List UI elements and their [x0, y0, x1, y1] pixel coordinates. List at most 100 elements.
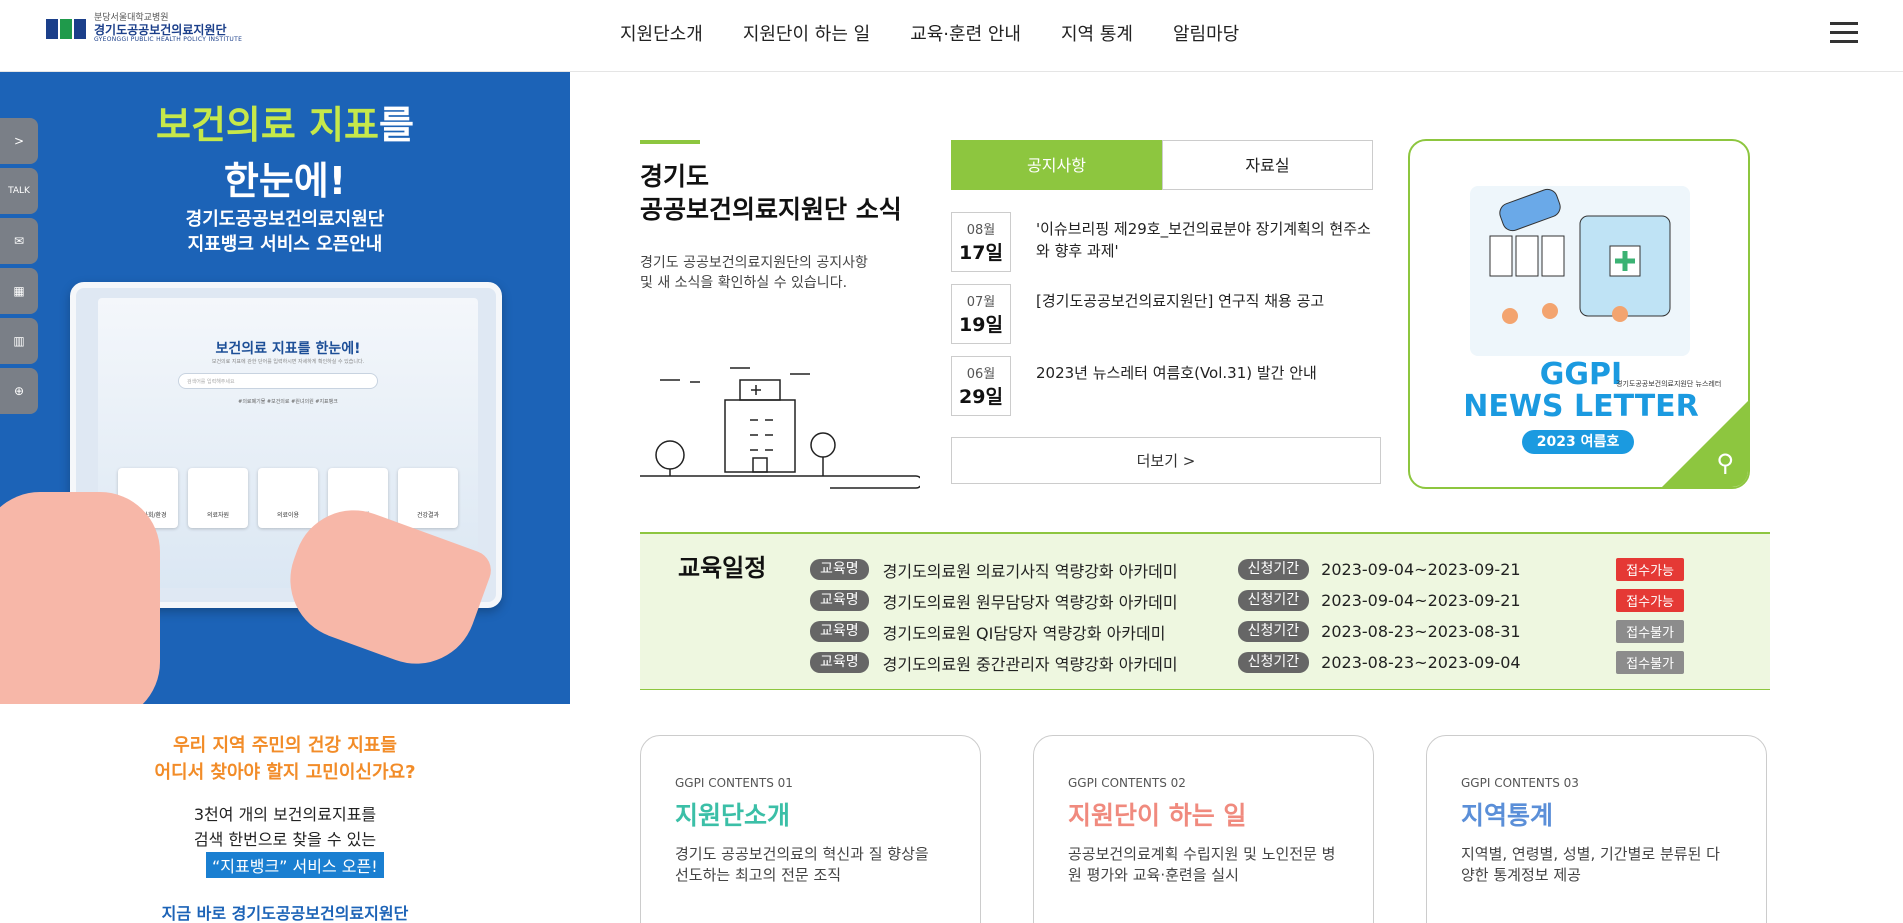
nav-item-education[interactable]: 교육·훈련 안내 — [910, 20, 1021, 46]
page: 분당서울대학교병원 경기도공공보건의료지원단 GYEONGGI PUBLIC H… — [0, 0, 1903, 923]
period-label: 신청기간 — [1237, 621, 1310, 642]
name-label: 교육명 — [810, 621, 869, 642]
newsletter-illustration — [1470, 186, 1690, 356]
hand-illustration — [0, 492, 160, 704]
main-nav: 지원단소개 지원단이 하는 일 교육·훈련 안내 지역 통계 알림마당 — [620, 20, 1239, 46]
content-card-stats[interactable]: GGPI CONTENTS 03 지역통계 지역별, 연령별, 성별, 기간별로… — [1426, 735, 1767, 923]
card-title: 지역통계 — [1461, 801, 1554, 830]
period-label: 신청기간 — [1237, 652, 1310, 673]
news-day: 19일 — [959, 314, 1003, 336]
indicator-bank-intro: 우리 지역 주민의 건강 지표들 어디서 찾아야 할지 고민이신가요? 3천여 … — [0, 704, 570, 923]
logo-en-text: GYEONGGI PUBLIC HEALTH POLICY INSTITUTE — [94, 36, 243, 44]
card-label: GGPI CONTENTS 01 — [675, 776, 793, 790]
tab-notice[interactable]: 공지사항 — [951, 140, 1162, 190]
quick-menu: > TALK ✉ ▦ ▥ ⊕ — [0, 118, 38, 418]
news-list: 08월 17일 '이슈브리핑 제29호_보건의료분야 장기계획의 현주소와 향후… — [951, 212, 1381, 428]
chart-icon[interactable]: ▥ — [0, 318, 38, 364]
screen-cards: 인구/사회/환경 의료자원 의료이용 건강행태 건강결과 — [118, 468, 458, 528]
hospital-illustration — [640, 367, 920, 489]
news-title[interactable]: 2023년 뉴스레터 여름호(Vol.31) 발간 안내 — [1036, 362, 1376, 384]
globe-icon[interactable]: ⊕ — [0, 368, 38, 414]
news-item[interactable]: 08월 17일 '이슈브리핑 제29호_보건의료분야 장기계획의 현주소와 향후… — [951, 212, 1381, 284]
news-month: 08월 — [966, 223, 996, 238]
logo[interactable]: 분당서울대학교병원 경기도공공보건의료지원단 GYEONGGI PUBLIC H… — [46, 13, 243, 44]
nav-item-work[interactable]: 지원단이 하는 일 — [743, 20, 870, 46]
screen-card: 의료자원 — [188, 468, 248, 528]
schedule-list: 교육명 경기도의료원 의료기사직 역량강화 아카데미 신청기간 2023-09-… — [810, 554, 1685, 678]
intro-question: 우리 지역 주민의 건강 지표들 어디서 찾아야 할지 고민이신가요? — [154, 735, 416, 783]
intro-cta: 지금 바로 경기도공공보건의료지원단 — [161, 904, 409, 923]
news-item[interactable]: 07월 19일 [경기도공공보건의료지원단] 연구직 채용 공고 — [951, 284, 1381, 356]
card-desc: 공공보건의료계획 수립지원 및 노인전문 병원 평가와 교육·훈련을 실시 — [1068, 845, 1336, 884]
schedule-row[interactable]: 교육명 경기도의료원 원무담당자 역량강화 아카데미 신청기간 2023-09-… — [810, 585, 1685, 616]
intro-text: 3천여 개의 보건의료지표를 검색 한번으로 찾을 수 있는 — [193, 805, 377, 849]
search-icon[interactable]: ⚲ — [1716, 449, 1734, 477]
screen-card: 의료이용 — [258, 468, 318, 528]
screen-card: 건강결과 — [398, 468, 458, 528]
screen-search-box: 검색어를 입력해주세요 — [178, 373, 378, 389]
banner-title-line2: 한눈에! — [223, 159, 347, 203]
content-card-intro[interactable]: GGPI CONTENTS 01 지원단소개 경기도 공공보건의료의 혁신과 질… — [640, 735, 981, 923]
corner-decoration — [1662, 401, 1748, 487]
card-label: GGPI CONTENTS 02 — [1068, 776, 1186, 790]
news-date: 08월 17일 — [951, 212, 1011, 272]
hamburger-menu-icon[interactable] — [1830, 22, 1858, 44]
news-item[interactable]: 06월 29일 2023년 뉴스레터 여름호(Vol.31) 발간 안내 — [951, 356, 1381, 428]
name-label: 교육명 — [810, 590, 869, 611]
nav-item-notice[interactable]: 알림마당 — [1173, 20, 1239, 46]
talk-icon[interactable]: TALK — [0, 168, 38, 214]
calendar-icon[interactable]: ▦ — [0, 268, 38, 314]
news-month: 07월 — [966, 295, 996, 310]
tab-archive[interactable]: 자료실 — [1162, 140, 1373, 190]
schedule-title: 교육일정 — [678, 554, 767, 582]
mail-icon[interactable]: ✉ — [0, 218, 38, 264]
banner-title-line1: 보건의료 지표를 — [0, 102, 570, 148]
newsletter-badge: 2023 여름호 — [1522, 430, 1634, 454]
status-badge[interactable]: 접수가능 — [1616, 589, 1685, 612]
course-period: 2023-08-23~2023-08-31 — [1321, 622, 1521, 641]
course-name[interactable]: 경기도의료원 의료기사직 역량강화 아카데미 — [883, 558, 1238, 582]
course-period: 2023-08-23~2023-09-04 — [1321, 653, 1521, 672]
schedule-row[interactable]: 교육명 경기도의료원 의료기사직 역량강화 아카데미 신청기간 2023-09-… — [810, 554, 1685, 585]
card-desc: 지역별, 연령별, 성별, 기간별로 분류된 다양한 통계정보 제공 — [1461, 845, 1720, 884]
nav-item-intro[interactable]: 지원단소개 — [620, 20, 703, 46]
contents-cards: GGPI CONTENTS 01 지원단소개 경기도 공공보건의료의 혁신과 질… — [640, 735, 1767, 923]
news-title[interactable]: '이슈브리핑 제29호_보건의료분야 장기계획의 현주소와 향후 과제' — [1036, 218, 1376, 262]
news-title[interactable]: [경기도공공보건의료지원단] 연구직 채용 공고 — [1036, 290, 1376, 312]
news-date: 06월 29일 — [951, 356, 1011, 416]
screen-subtitle: 보건의료 지표에 관한 단어를 입력하시면 자세하게 확인하실 수 있습니다. — [211, 359, 365, 365]
quick-toggle-icon[interactable]: > — [0, 118, 38, 164]
banner-title-green: 보건의료 지표 — [156, 103, 380, 147]
status-badge[interactable]: 접수가능 — [1616, 558, 1685, 581]
course-name[interactable]: 경기도의료원 원무담당자 역량강화 아카데미 — [883, 589, 1238, 613]
banner-title-suffix: 를 — [379, 103, 414, 147]
schedule-row[interactable]: 교육명 경기도의료원 QI담당자 역량강화 아카데미 신청기간 2023-08-… — [810, 616, 1685, 647]
intro-highlight: “지표뱅크” 서비스 오픈! — [206, 852, 384, 878]
newsletter-subtitle: 경기도공공보건의료지원단 뉴스레터 — [1616, 380, 1722, 388]
schedule-row[interactable]: 교육명 경기도의료원 중간관리자 역량강화 아카데미 신청기간 2023-08-… — [810, 647, 1685, 678]
more-button[interactable]: 더보기 > — [951, 437, 1381, 484]
name-label: 교육명 — [810, 559, 869, 580]
status-badge[interactable]: 접수불가 — [1616, 620, 1685, 643]
news-date: 07월 19일 — [951, 284, 1011, 344]
status-badge[interactable]: 접수불가 — [1616, 651, 1685, 674]
card-title: 지원단소개 — [675, 801, 791, 830]
course-name[interactable]: 경기도의료원 QI담당자 역량강화 아카데미 — [883, 620, 1238, 644]
period-label: 신청기간 — [1237, 559, 1310, 580]
banner-subtitle: 경기도공공보건의료지원단 지표뱅크 서비스 오픈안내 — [185, 209, 385, 255]
name-label: 교육명 — [810, 652, 869, 673]
card-title: 지원단이 하는 일 — [1068, 801, 1247, 830]
course-name[interactable]: 경기도의료원 중간관리자 역량강화 아카데미 — [883, 651, 1238, 675]
promo-banner[interactable]: 보건의료 지표를 한눈에! 경기도공공보건의료지원단 지표뱅크 서비스 오픈안내… — [0, 72, 570, 704]
header: 분당서울대학교병원 경기도공공보건의료지원단 GYEONGGI PUBLIC H… — [0, 0, 1903, 72]
nav-item-stats[interactable]: 지역 통계 — [1061, 20, 1133, 46]
news-section-desc: 경기도 공공보건의료지원단의 공지사항 및 새 소식을 확인하실 수 있습니다. — [640, 255, 868, 291]
news-day: 17일 — [959, 242, 1003, 264]
card-label: GGPI CONTENTS 03 — [1461, 776, 1579, 790]
course-period: 2023-09-04~2023-09-21 — [1321, 591, 1521, 610]
content-card-work[interactable]: GGPI CONTENTS 02 지원단이 하는 일 공공보건의료계획 수립지원… — [1033, 735, 1374, 923]
education-schedule: 교육일정 교육명 경기도의료원 의료기사직 역량강화 아카데미 신청기간 202… — [640, 532, 1770, 690]
news-month: 06월 — [966, 367, 996, 382]
newsletter-card[interactable]: GGPI NEWS LETTER 경기도공공보건의료지원단 뉴스레터 2023 … — [1408, 139, 1750, 489]
screen-title: 보건의료 지표를 한눈에! — [215, 341, 361, 357]
